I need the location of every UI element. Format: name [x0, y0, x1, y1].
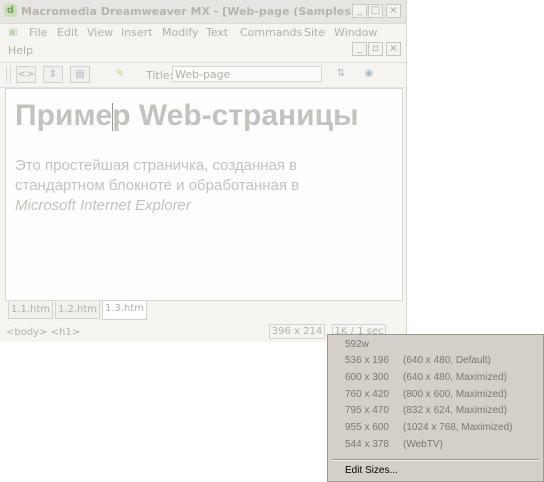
- menu-window[interactable]: Window: [334, 26, 377, 39]
- size-description: (640 x 480, Default): [403, 355, 491, 366]
- size-value: 760 x 420: [345, 389, 389, 400]
- doc-minimize-button[interactable]: _: [352, 42, 367, 56]
- code-view-icon[interactable]: <>: [16, 66, 36, 83]
- edit-sizes-menu-item[interactable]: Edit Sizes...: [345, 463, 398, 479]
- tab-1-1[interactable]: 1.1.htm: [8, 302, 53, 319]
- menu-item-size[interactable]: 795 x 470 (832 x 624, Maximized): [328, 403, 543, 419]
- window-title: Macromedia Dreamweaver MX - [Web-page (S…: [21, 5, 351, 18]
- size-value: 544 x 378: [345, 439, 389, 450]
- size-description: (WebTV): [403, 439, 443, 450]
- design-view-icon[interactable]: ▤: [70, 66, 90, 83]
- size-description: (1024 x 768, Maximized): [403, 422, 513, 433]
- paragraph-line-1: Это простейшая страничка, созданная в: [15, 157, 298, 174]
- menu-item-size[interactable]: 955 x 600 (1024 x 768, Maximized): [328, 420, 543, 436]
- window-size-dropdown[interactable]: 396 x 214: [269, 324, 325, 339]
- menu-item-size[interactable]: 760 x 420 (800 x 600, Maximized): [328, 387, 543, 403]
- menu-commands[interactable]: Commands: [240, 26, 302, 39]
- menu-separator: [332, 459, 539, 461]
- minimize-button[interactable]: _: [352, 4, 367, 18]
- menu-item-size[interactable]: 536 x 196 (640 x 480, Default): [328, 353, 543, 369]
- size-value: 536 x 196: [345, 355, 389, 366]
- document-tabs: 1.1.htm 1.2.htm 1.3.htm: [5, 301, 403, 321]
- menu-item-size[interactable]: 600 x 300 (640 x 480, Maximized): [328, 370, 543, 386]
- document-icon: ▣: [8, 27, 18, 38]
- page-heading[interactable]: Пример Web-страницы: [15, 99, 359, 133]
- split-view-icon[interactable]: ⇕: [43, 66, 63, 83]
- menu-help[interactable]: Help: [8, 44, 33, 57]
- size-value: 795 x 470: [345, 405, 389, 416]
- paragraph-line-2: стандартном блокноте и обработанная в: [15, 177, 300, 194]
- size-description: (832 x 624, Maximized): [403, 405, 507, 416]
- size-description: (640 x 480, Maximized): [403, 372, 507, 383]
- paragraph-line-3: Microsoft Internet Explorer: [15, 197, 191, 214]
- title-label: Title:: [146, 69, 174, 82]
- size-description: (800 x 600, Maximized): [403, 389, 507, 400]
- document-toolbar: <> ⇕ ▤ ✎ Title: ⇅ ◉: [0, 62, 406, 88]
- file-management-icon[interactable]: ⇅: [330, 66, 352, 83]
- menu-insert[interactable]: Insert: [121, 26, 153, 39]
- doc-close-button[interactable]: ×: [386, 42, 401, 56]
- maximize-button[interactable]: □: [368, 4, 383, 18]
- title-input[interactable]: [172, 66, 322, 82]
- menu-file[interactable]: File: [29, 26, 47, 39]
- preview-in-browser-icon[interactable]: ◉: [358, 66, 380, 83]
- menu-site[interactable]: Site: [304, 26, 325, 39]
- size-value: 600 x 300: [345, 372, 389, 383]
- tab-1-3[interactable]: 1.3.htm: [102, 301, 147, 320]
- page-paragraph[interactable]: Это простейшая страничка, созданная в ста…: [15, 156, 395, 216]
- live-data-icon[interactable]: ✎: [110, 66, 130, 83]
- menu-text[interactable]: Text: [206, 26, 228, 39]
- dreamweaver-window: d Macromedia Dreamweaver MX - [Web-page …: [0, 0, 407, 342]
- tag-selector[interactable]: <body> <h1>: [6, 327, 80, 338]
- menu-view[interactable]: View: [87, 26, 113, 39]
- dreamweaver-icon: d: [4, 4, 17, 17]
- menu-modify[interactable]: Modify: [162, 26, 198, 39]
- toolbar-grip: [6, 66, 11, 83]
- size-value: 955 x 600: [345, 422, 389, 433]
- text-caret: [112, 103, 113, 131]
- menu-bar: ▣ File Edit View Insert Modify Text Comm…: [0, 24, 406, 62]
- window-sizes-menu: 592w 536 x 196 (640 x 480, Default) 600 x…: [327, 334, 544, 482]
- menu-edit[interactable]: Edit: [57, 26, 78, 39]
- doc-restore-button[interactable]: ▫: [368, 42, 383, 56]
- menu-item-size[interactable]: 544 x 378 (WebTV): [328, 437, 543, 453]
- title-bar: d Macromedia Dreamweaver MX - [Web-page …: [0, 0, 406, 24]
- close-button[interactable]: ×: [386, 4, 401, 18]
- document-design-view[interactable]: Пример Web-страницы Это простейшая стран…: [5, 88, 403, 301]
- menu-item-size[interactable]: 592w: [328, 337, 543, 353]
- size-value: 592w: [345, 339, 369, 350]
- tab-1-2[interactable]: 1.2.htm: [55, 302, 100, 319]
